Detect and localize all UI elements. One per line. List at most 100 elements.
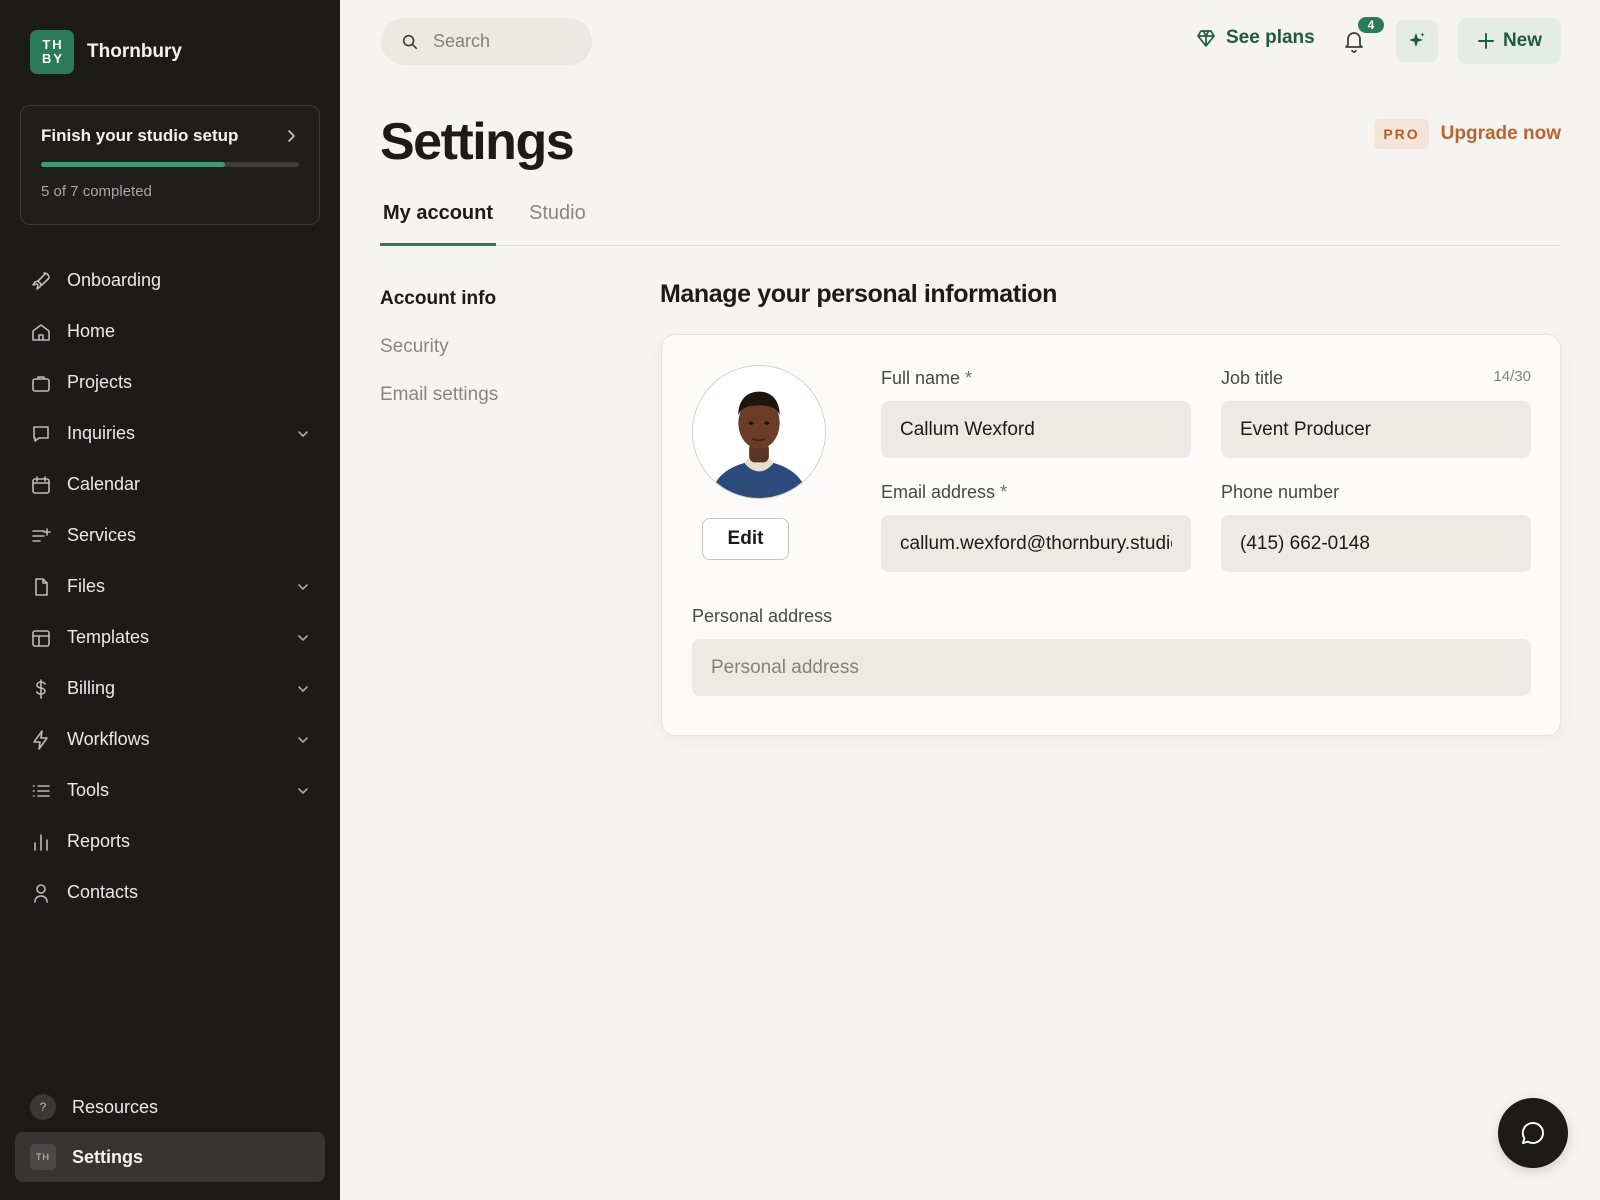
list-icon	[32, 784, 50, 797]
personal-address-field: Personal address	[692, 606, 1531, 696]
list-plus-icon	[32, 527, 51, 542]
subnav-account-info[interactable]: Account info	[380, 288, 498, 310]
phone-input[interactable]	[1221, 515, 1531, 572]
sidebar-item-label: Reports	[67, 831, 131, 851]
help-icon: ?	[30, 1094, 56, 1120]
sidebar-item-label: Files	[67, 576, 106, 596]
sidebar-item-label: Services	[67, 525, 137, 545]
sidebar-nav: Onboarding Home Projects Inquiries Calendar S…	[15, 255, 325, 918]
personal-info-card: Edit Full name * Job title 14/30 Email a…	[661, 334, 1561, 736]
tab-my-account[interactable]: My account	[380, 194, 497, 246]
sidebar-item-tools[interactable]: Tools	[15, 765, 325, 816]
job-title-label: Job title	[1221, 368, 1284, 388]
chat-support-button[interactable]	[1498, 1098, 1568, 1168]
pro-badge: PRO	[1374, 119, 1429, 149]
diamond-icon	[1197, 30, 1215, 47]
sidebar-item-onboarding[interactable]: Onboarding	[15, 255, 325, 306]
account-subnav: Account info Security Email settings	[380, 288, 498, 432]
section-title: Manage your personal information	[660, 280, 1057, 308]
email-input[interactable]	[881, 515, 1191, 572]
chat-bubble-icon	[33, 425, 49, 442]
full-name-label: Full name *	[881, 368, 973, 388]
sidebar: TH BY Thornbury Finish your studio setup …	[0, 0, 340, 1200]
sidebar-item-label: Projects	[67, 372, 133, 392]
sidebar-item-label: Home	[67, 321, 116, 341]
upgrade-link[interactable]: Upgrade now	[1441, 123, 1561, 145]
phone-label: Phone number	[1221, 482, 1340, 502]
bar-chart-icon	[34, 833, 48, 851]
chevron-down-icon	[298, 430, 308, 437]
user-icon	[34, 883, 48, 903]
setup-progress-bar	[41, 162, 299, 167]
sidebar-item-home[interactable]: Home	[15, 306, 325, 357]
sparkle-icon	[1409, 32, 1425, 47]
brand[interactable]: TH BY Thornbury	[30, 30, 182, 74]
brand-name: Thornbury	[87, 41, 182, 62]
sidebar-item-contacts[interactable]: Contacts	[15, 867, 325, 918]
sidebar-item-label: Inquiries	[67, 423, 136, 443]
personal-address-label: Personal address	[692, 606, 833, 626]
subnav-email-settings[interactable]: Email settings	[380, 384, 498, 406]
rocket-icon	[32, 271, 50, 290]
upgrade-cta[interactable]: PRO Upgrade now	[1374, 119, 1561, 149]
ai-assistant-button[interactable]	[1396, 20, 1438, 62]
chevron-down-icon	[298, 685, 308, 692]
full-name-field: Full name *	[881, 368, 1191, 458]
email-field: Email address *	[881, 482, 1191, 572]
avatar	[692, 365, 826, 499]
edit-avatar-button[interactable]: Edit	[702, 518, 789, 560]
briefcase-icon	[32, 375, 50, 392]
brand-logo: TH BY	[30, 30, 74, 74]
search-input[interactable]: Search	[381, 18, 592, 65]
see-plans-label: See plans	[1226, 27, 1315, 48]
phone-field: Phone number	[1221, 482, 1531, 572]
sidebar-bottom: ? Resources TH Settings	[15, 1082, 325, 1182]
layout-icon	[32, 629, 50, 647]
new-button[interactable]: New	[1458, 18, 1561, 64]
job-title-field: Job title 14/30	[1221, 368, 1531, 458]
sidebar-item-label: Templates	[67, 627, 150, 647]
email-label: Email address *	[881, 482, 1008, 502]
subnav-security[interactable]: Security	[380, 336, 498, 358]
bolt-icon	[33, 729, 48, 750]
dollar-icon	[36, 678, 46, 699]
sidebar-item-projects[interactable]: Projects	[15, 357, 325, 408]
avatar-photo	[693, 366, 825, 498]
setup-progress-text: 5 of 7 completed	[41, 183, 152, 200]
home-icon	[32, 323, 50, 341]
sidebar-item-label: Billing	[67, 678, 116, 698]
sidebar-item-resources[interactable]: ? Resources	[15, 1082, 325, 1132]
chevron-down-icon	[298, 634, 308, 641]
chevron-down-icon	[298, 787, 308, 794]
sidebar-item-label: Tools	[67, 780, 110, 800]
setup-title: Finish your studio setup	[41, 126, 239, 145]
sidebar-item-calendar[interactable]: Calendar	[15, 459, 325, 510]
sidebar-item-label: Settings	[72, 1146, 144, 1167]
calendar-icon	[32, 475, 50, 494]
sidebar-item-reports[interactable]: Reports	[15, 816, 325, 867]
sidebar-item-services[interactable]: Services	[15, 510, 325, 561]
sidebar-item-workflows[interactable]: Workflows	[15, 714, 325, 765]
page-title: Settings	[380, 113, 575, 171]
job-title-input[interactable]	[1221, 401, 1531, 458]
job-title-counter: 14/30	[1493, 368, 1531, 385]
full-name-input[interactable]	[881, 401, 1191, 458]
see-plans-button[interactable]: See plans	[1196, 27, 1315, 49]
sidebar-item-billing[interactable]: Billing	[15, 663, 325, 714]
sidebar-item-label: Workflows	[67, 729, 150, 749]
chat-icon	[1521, 1121, 1544, 1144]
setup-progress-fill	[41, 162, 226, 167]
personal-address-input[interactable]	[692, 639, 1531, 696]
sidebar-item-settings[interactable]: TH Settings	[15, 1132, 325, 1182]
sidebar-item-label: Contacts	[67, 882, 139, 902]
chevron-down-icon	[298, 583, 308, 590]
sidebar-item-templates[interactable]: Templates	[15, 612, 325, 663]
tab-studio[interactable]: Studio	[526, 194, 589, 245]
setup-card[interactable]: Finish your studio setup 5 of 7 complete…	[20, 105, 320, 225]
sidebar-item-label: Resources	[72, 1096, 159, 1117]
sidebar-item-inquiries[interactable]: Inquiries	[15, 408, 325, 459]
sidebar-item-label: Onboarding	[67, 270, 162, 290]
workspace-badge: TH	[30, 1144, 56, 1170]
search-placeholder: Search	[433, 31, 491, 51]
sidebar-item-files[interactable]: Files	[15, 561, 325, 612]
